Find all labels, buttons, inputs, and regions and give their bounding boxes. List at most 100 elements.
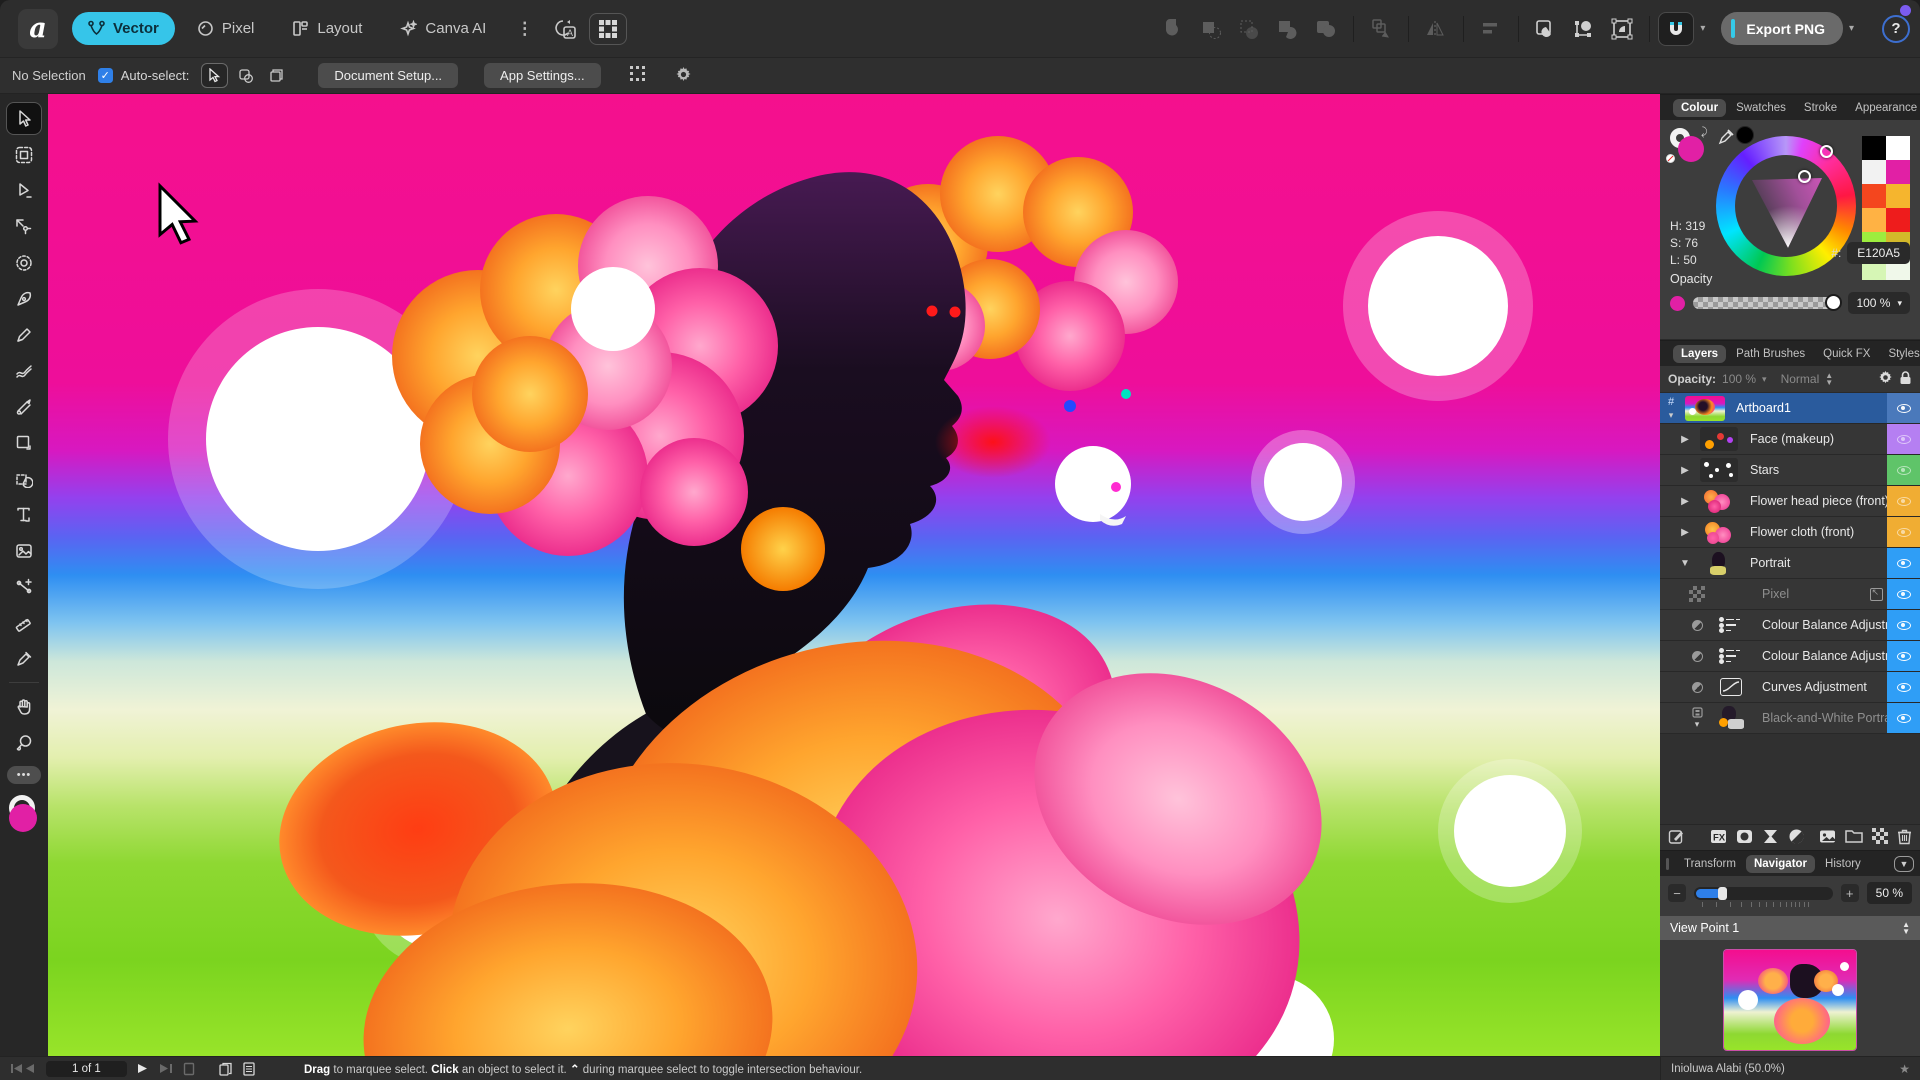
panel-collapse-chevron[interactable]: ▼ [1894,855,1914,872]
hue-selector[interactable] [1820,145,1833,158]
favourite-star-icon[interactable]: ★ [1899,1062,1910,1076]
swap-fill-stroke-icon[interactable]: ⤸ [1701,126,1708,139]
layer-name[interactable]: Artboard1 [1728,393,1887,423]
layer-visibility-cell[interactable] [1887,641,1920,671]
layer-visibility-cell[interactable] [1887,455,1920,485]
tab-appearance[interactable]: Appearance [1847,99,1920,117]
mask-icon[interactable] [1736,828,1753,848]
layer-visibility-cell[interactable] [1887,703,1920,733]
layer-row-adjustment[interactable]: Colour Balance Adjustmen [1660,610,1920,641]
tab-quick-fx[interactable]: Quick FX [1815,345,1878,363]
layer-name[interactable]: Colour Balance Adjustmen [1754,641,1887,671]
layer-row-adjustment[interactable]: Colour Balance Adjustmen [1660,641,1920,672]
more-tools-button[interactable]: ••• [7,766,41,784]
boolean-divide-icon[interactable] [1273,14,1303,44]
translate-icon[interactable]: A [551,14,581,44]
layer-settings-gear-icon[interactable] [1878,370,1893,388]
tab-layers[interactable]: Layers [1673,344,1727,363]
grid-presets-icon[interactable] [589,12,628,45]
layer-row[interactable]: ▶ Stars [1660,455,1920,486]
layer-row-bw-portrait[interactable]: ▾ Black-and-White Portrai... [1660,703,1920,734]
zoom-slider-knob[interactable] [1717,886,1727,900]
tab-styles[interactable]: Styles [1880,345,1920,363]
next-page-icon[interactable] [137,1063,149,1074]
layer-name[interactable]: Flower cloth (front) [1742,517,1887,547]
zoom-in-button[interactable]: + [1840,884,1859,902]
layer-thumbnail[interactable] [1700,488,1738,514]
page-list-icon[interactable] [243,1061,255,1076]
boolean-add-icon[interactable] [1159,14,1189,44]
insert-target-icon[interactable] [1569,14,1599,44]
crop-mask-icon[interactable] [1762,828,1779,848]
boolean-combine-icon[interactable] [1311,14,1341,44]
marching-ants-grid-icon[interactable] [629,65,647,86]
layer-visibility-cell[interactable] [1887,517,1920,547]
export-dropdown-chevron[interactable]: ▾ [1849,23,1854,34]
flip-icon[interactable] [1421,14,1451,44]
align-icon[interactable] [1476,14,1506,44]
tab-path-brushes[interactable]: Path Brushes [1728,345,1813,363]
layer-name[interactable]: Face (makeup) [1742,424,1887,454]
layer-row[interactable]: ▶ Flower cloth (front) [1660,517,1920,548]
tab-colour[interactable]: Colour [1673,98,1727,117]
zoom-slider[interactable] [1694,886,1833,907]
zoom-out-button[interactable]: − [1668,884,1686,902]
snapping-dropdown-chevron[interactable]: ▾ [1700,23,1705,34]
adjustment-icon[interactable] [1788,828,1805,848]
select-object-mode-icon[interactable] [232,63,259,88]
node-tool[interactable] [6,174,42,207]
marquee-tool[interactable] [6,138,42,171]
layer-name[interactable]: Flower head piece (front) [1742,486,1887,516]
fx-icon[interactable]: FX [1710,828,1727,848]
swatch[interactable] [1886,160,1910,184]
layer-visibility-cell[interactable] [1887,393,1920,423]
layer-row-adjustment[interactable]: Curves Adjustment [1660,672,1920,703]
collapse-chevron[interactable]: ▼ [1674,548,1696,578]
vector-brush-tool[interactable] [6,354,42,387]
delete-layer-icon[interactable] [1897,828,1912,848]
export-button[interactable]: Export PNG [1721,12,1843,45]
layer-thumbnail[interactable] [1700,519,1738,545]
layer-row[interactable]: ▶ Flower head piece (front) [1660,486,1920,517]
picked-colour-swatch[interactable] [1736,126,1754,144]
swatch[interactable] [1862,184,1886,208]
layer-thumbnail[interactable] [1700,550,1738,576]
pages-icon[interactable] [219,1062,233,1076]
colour-picker-tool[interactable] [6,642,42,675]
canvas-viewport[interactable] [48,94,1660,1056]
opacity-value-box[interactable]: 100 % ▾ [1848,292,1910,314]
expand-chevron[interactable]: ▶ [1674,424,1696,454]
swatch[interactable] [1886,208,1910,232]
active-colour-swatch[interactable] [7,795,41,833]
shape-tool[interactable] [6,426,42,459]
swatch[interactable] [1862,208,1886,232]
last-page-icon[interactable] [159,1063,173,1074]
blend-stepper[interactable]: ▲ ▼ [1825,372,1833,387]
layer-name[interactable]: Black-and-White Portrai... [1754,703,1887,733]
measure-tool[interactable] [6,606,42,639]
zoom-tool[interactable] [6,726,42,759]
new-pixel-layer-icon[interactable] [1872,828,1888,847]
layer-name[interactable]: Colour Balance Adjustmen [1754,610,1887,640]
zoom-value[interactable]: 50 % [1866,882,1912,904]
artboard-grid-icon[interactable]: # ▾ [1660,393,1682,423]
persona-overflow-menu[interactable]: ⋮ [502,19,547,39]
opacity-slider-knob[interactable] [1825,294,1843,311]
opacity-slider[interactable] [1693,294,1843,311]
view-point-stepper[interactable]: ▲ ▼ [1902,921,1910,936]
boolean-subtract-icon[interactable] [1197,14,1227,44]
first-page-icon[interactable] [10,1063,36,1074]
sl-selector[interactable] [1798,170,1811,183]
help-icon[interactable]: ? [1882,14,1910,43]
new-group-icon[interactable] [1845,829,1863,847]
point-transform-tool[interactable] [6,210,42,243]
power-duplicate-icon[interactable] [1366,14,1396,44]
view-point-row[interactable]: View Point 1 ▲ ▼ [1660,916,1920,940]
layer-visibility-cell[interactable] [1887,610,1920,640]
text-tool[interactable] [6,498,42,531]
layer-name[interactable]: Stars [1742,455,1887,485]
shape-builder-tool[interactable] [6,462,42,495]
pencil-tool[interactable] [6,318,42,351]
no-colour-icon[interactable] [1666,154,1675,163]
lock-icon[interactable] [1899,370,1912,388]
